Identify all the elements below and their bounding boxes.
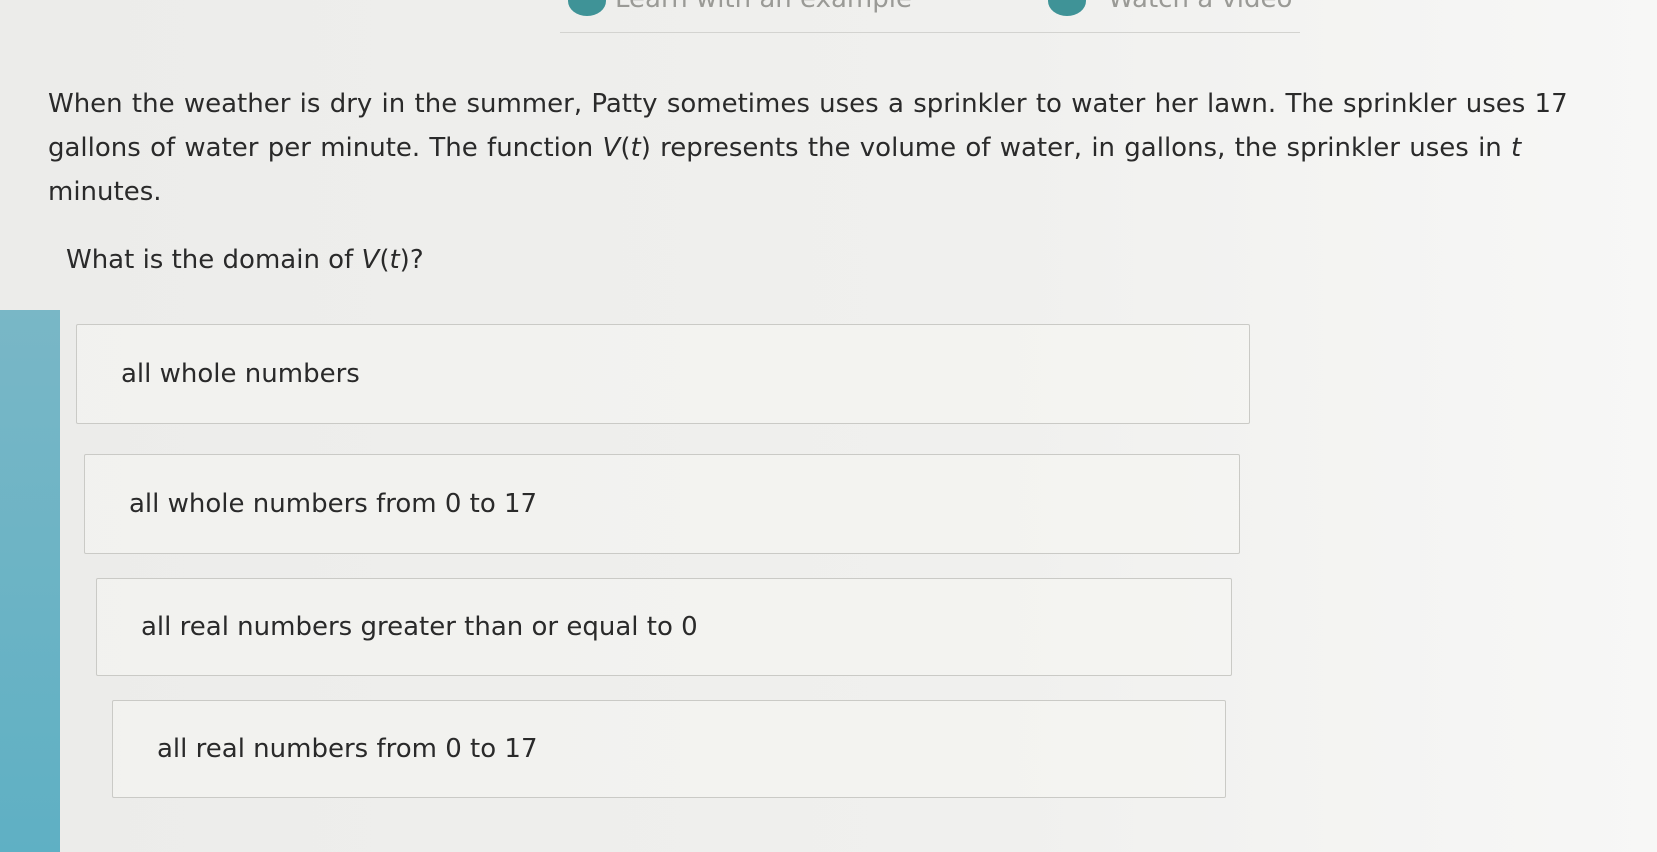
left-edge-panel: [0, 310, 60, 852]
answer-option-label: all real numbers greater than or equal t…: [141, 612, 698, 642]
answer-option-real-numbers-ge-0[interactable]: all real numbers greater than or equal t…: [96, 578, 1232, 676]
header-divider: [560, 32, 1300, 33]
question-sentence-2-end: minutes.: [48, 177, 162, 207]
domain-prompt: What is the domain of V(t)?: [66, 240, 424, 280]
answer-option-label: all whole numbers from 0 to 17: [129, 489, 538, 519]
close-paren: ): [640, 133, 651, 163]
question-text: When the weather is dry in the summer, P…: [48, 82, 1568, 214]
time-variable: t: [1511, 133, 1522, 163]
top-nav-strip: Learn with an example Watch a video: [0, 0, 1657, 34]
prompt-close-paren: ): [399, 245, 410, 275]
function-name: V: [602, 133, 621, 163]
prompt-open-paren: (: [379, 245, 390, 275]
video-icon[interactable]: [1048, 0, 1086, 16]
prompt-question-mark: ?: [409, 245, 424, 275]
open-paren: (: [620, 133, 631, 163]
answer-option-label: all whole numbers: [121, 359, 360, 389]
answer-option-all-whole-numbers[interactable]: all whole numbers: [76, 324, 1250, 424]
function-variable: t: [630, 133, 641, 163]
prompt-before: What is the domain of: [66, 245, 362, 275]
prompt-function-name: V: [361, 245, 380, 275]
answer-option-real-numbers-0-to-17[interactable]: all real numbers from 0 to 17: [112, 700, 1226, 798]
answer-option-label: all real numbers from 0 to 17: [157, 734, 538, 764]
example-icon[interactable]: [568, 0, 606, 16]
watch-video-link[interactable]: Watch a video: [1108, 0, 1292, 14]
question-sentence-1: When the weather is dry in the summer, P…: [48, 89, 1277, 119]
answer-option-whole-numbers-0-to-17[interactable]: all whole numbers from 0 to 17: [84, 454, 1240, 554]
prompt-function-variable: t: [389, 245, 400, 275]
learn-example-link[interactable]: Learn with an example: [615, 0, 912, 14]
question-sentence-2-middle: represents the volume of water, in gallo…: [650, 133, 1512, 163]
